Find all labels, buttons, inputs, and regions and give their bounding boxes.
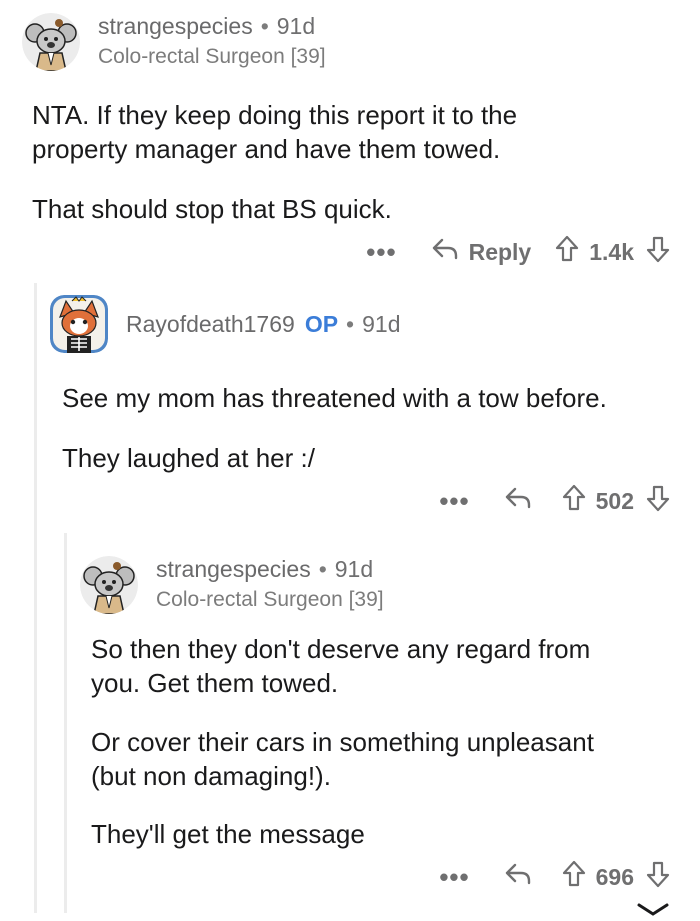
upvote-icon[interactable] <box>562 860 586 894</box>
reply-button[interactable]: Reply <box>469 239 532 266</box>
comment-text-line: They laughed at her :/ <box>62 443 315 473</box>
upvote-icon[interactable] <box>555 235 579 269</box>
more-options-button[interactable]: ••• <box>439 864 469 890</box>
user-flair: Colo-rectal Surgeon [39] <box>98 45 326 68</box>
comment-text-line: So then they don't deserve any regard fr… <box>91 634 591 664</box>
username[interactable]: Rayofdeath1769 <box>126 310 295 338</box>
comment-text-line: See my mom has threatened with a tow bef… <box>62 383 607 413</box>
more-options-button[interactable]: ••• <box>366 239 396 265</box>
downvote-icon[interactable] <box>646 235 670 269</box>
separator-dot: • <box>346 311 355 337</box>
reply-icon[interactable] <box>504 486 532 516</box>
vote-count: 696 <box>595 863 634 890</box>
thread-line-level-2[interactable] <box>64 533 67 913</box>
koala-avatar[interactable] <box>80 555 138 614</box>
upvote-icon[interactable] <box>562 484 586 518</box>
comment-header: strangespecies • 91d Colo-rectal Surgeon… <box>80 555 384 614</box>
separator-dot: • <box>318 556 327 582</box>
comment-text-line: NTA. If they keep doing this report it t… <box>32 100 518 130</box>
separator-dot: • <box>260 13 269 39</box>
comment-header: strangespecies • 91d Colo-rectal Surgeon… <box>22 12 326 71</box>
comment-actions: ••• 696 <box>439 860 670 894</box>
comment-text-line: They'll get the message <box>91 819 365 849</box>
downvote-icon[interactable] <box>646 484 670 518</box>
comment-text-line: Or cover their cars in something unpleas… <box>91 727 594 757</box>
username[interactable]: strangespecies <box>98 12 253 40</box>
downvote-icon[interactable] <box>646 860 670 894</box>
comment-age: 91d <box>276 13 316 39</box>
more-options-button[interactable]: ••• <box>439 488 469 514</box>
comment-text-line: (but non damaging!). <box>91 761 331 791</box>
username[interactable]: strangespecies <box>156 555 311 583</box>
comment-actions: ••• 502 <box>439 484 670 518</box>
comment-text-line: property manager and have them towed. <box>32 134 501 164</box>
thread-line-level-1[interactable] <box>34 283 37 913</box>
user-flair: Colo-rectal Surgeon [39] <box>156 588 384 611</box>
vote-count: 1.4k <box>589 238 634 265</box>
comment-age: 91d <box>334 556 374 582</box>
op-badge: OP <box>304 311 339 337</box>
comment-text-line: That should stop that BS quick. <box>32 194 392 224</box>
reply-icon[interactable] <box>504 862 532 892</box>
comment-age: 91d <box>362 311 401 337</box>
vote-count: 502 <box>595 487 634 514</box>
comment-actions: ••• Reply 1.4k <box>366 235 670 269</box>
comment-text-line: you. Get them towed. <box>91 668 339 698</box>
reply-icon[interactable] <box>431 237 459 267</box>
koala-avatar[interactable] <box>22 12 80 71</box>
fox-skeleton-avatar[interactable] <box>50 295 108 353</box>
chevron-down-icon[interactable] <box>636 902 670 921</box>
comment-header: Rayofdeath1769 OP • 91d <box>50 295 400 353</box>
